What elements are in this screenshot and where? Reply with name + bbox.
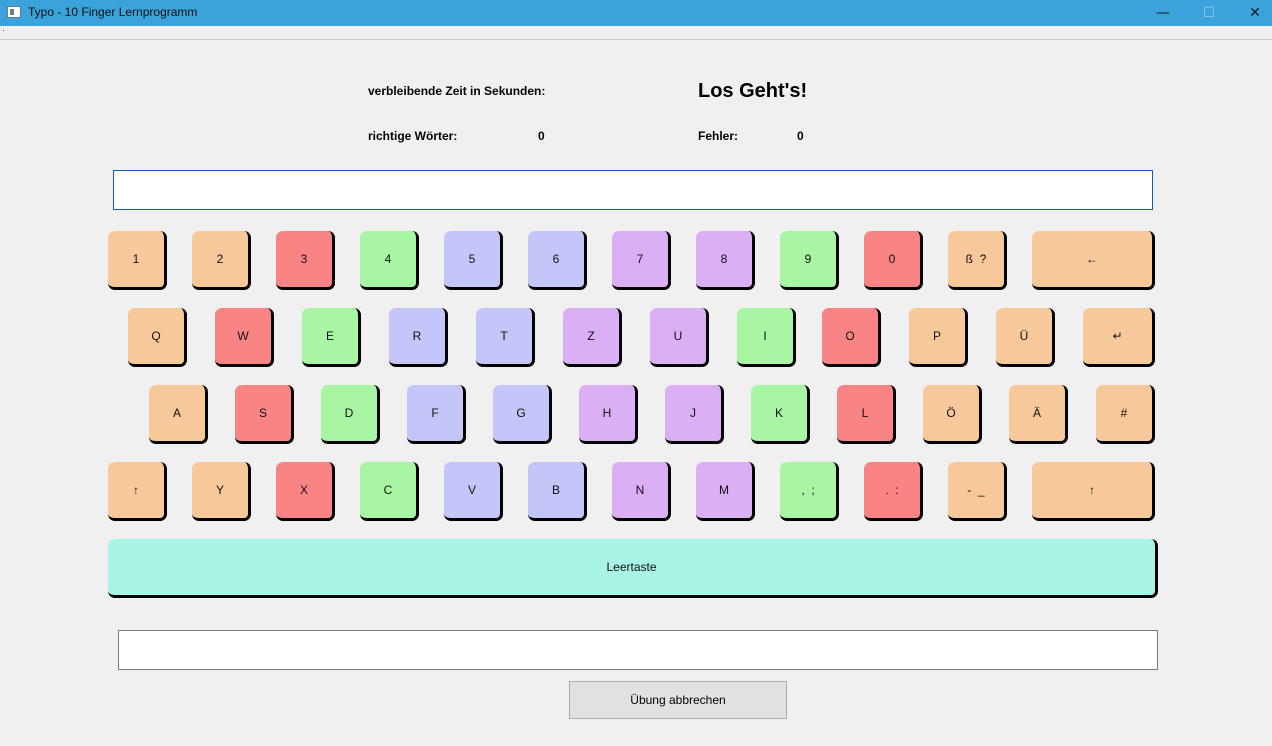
key-row3-8[interactable]: K bbox=[751, 385, 810, 444]
key-row3-3[interactable]: D bbox=[321, 385, 380, 444]
menu-bar bbox=[0, 26, 1272, 40]
key-row2-7[interactable]: U bbox=[650, 308, 709, 367]
key-row4-1[interactable]: ↑ bbox=[108, 462, 167, 521]
key-row4-8[interactable]: M bbox=[696, 462, 755, 521]
key-row4-6[interactable]: B bbox=[528, 462, 587, 521]
typing-input[interactable] bbox=[118, 630, 1158, 670]
key-row2-5[interactable]: T bbox=[476, 308, 535, 367]
key-row1-9[interactable]: 9 bbox=[780, 231, 839, 290]
key-row3-7[interactable]: J bbox=[665, 385, 724, 444]
close-icon[interactable]: ✕ bbox=[1232, 0, 1272, 26]
key-row1-10[interactable]: 0 bbox=[864, 231, 923, 290]
key-row4-2[interactable]: Y bbox=[192, 462, 251, 521]
key-row2-4[interactable]: R bbox=[389, 308, 448, 367]
errors-value: 0 bbox=[797, 129, 804, 143]
key-row4-10[interactable]: . : bbox=[864, 462, 923, 521]
key-row4-4[interactable]: C bbox=[360, 462, 419, 521]
title-bar: Typo - 10 Finger Lernprogramm — ☐ ✕ bbox=[0, 0, 1272, 26]
key-row3-4[interactable]: F bbox=[407, 385, 466, 444]
key-row3-1[interactable]: A bbox=[149, 385, 208, 444]
key-row2-8[interactable]: I bbox=[737, 308, 796, 367]
space-key[interactable]: Leertaste bbox=[108, 539, 1158, 598]
window-title: Typo - 10 Finger Lernprogramm bbox=[28, 5, 198, 19]
key-row4-5[interactable]: V bbox=[444, 462, 503, 521]
key-row2-12[interactable]: ↵ bbox=[1083, 308, 1155, 367]
status-headline: Los Geht's! bbox=[698, 80, 808, 102]
key-row2-9[interactable]: O bbox=[822, 308, 881, 367]
key-row3-10[interactable]: Ö bbox=[923, 385, 982, 444]
key-row1-11[interactable]: ß ? bbox=[948, 231, 1007, 290]
key-row3-6[interactable]: H bbox=[579, 385, 638, 444]
key-row1-6[interactable]: 6 bbox=[528, 231, 587, 290]
cancel-exercise-button[interactable]: Übung abbrechen bbox=[569, 681, 787, 719]
key-row1-3[interactable]: 3 bbox=[276, 231, 335, 290]
key-row3-9[interactable]: L bbox=[837, 385, 896, 444]
key-row4-11[interactable]: - _ bbox=[948, 462, 1007, 521]
remaining-time-label: verbleibende Zeit in Sekunden: bbox=[368, 84, 546, 98]
app-icon bbox=[7, 6, 21, 18]
key-row1-8[interactable]: 8 bbox=[696, 231, 755, 290]
minimize-icon[interactable]: — bbox=[1140, 0, 1186, 26]
target-text-field bbox=[113, 170, 1153, 210]
errors-label: Fehler: bbox=[698, 129, 739, 143]
key-row3-12[interactable]: # bbox=[1096, 385, 1155, 444]
key-row1-7[interactable]: 7 bbox=[612, 231, 671, 290]
key-row4-3[interactable]: X bbox=[276, 462, 335, 521]
key-row4-7[interactable]: N bbox=[612, 462, 671, 521]
maximize-icon[interactable]: ☐ bbox=[1186, 0, 1232, 26]
correct-words-label: richtige Wörter: bbox=[368, 129, 458, 143]
key-row3-2[interactable]: S bbox=[235, 385, 294, 444]
key-row2-2[interactable]: W bbox=[215, 308, 274, 367]
key-row4-9[interactable]: , ; bbox=[780, 462, 839, 521]
key-row1-2[interactable]: 2 bbox=[192, 231, 251, 290]
key-row3-11[interactable]: Ä bbox=[1009, 385, 1068, 444]
key-row1-5[interactable]: 5 bbox=[444, 231, 503, 290]
key-row1-4[interactable]: 4 bbox=[360, 231, 419, 290]
key-row1-1[interactable]: 1 bbox=[108, 231, 167, 290]
key-row1-12[interactable]: ← bbox=[1032, 231, 1155, 290]
key-row2-6[interactable]: Z bbox=[563, 308, 622, 367]
key-row3-5[interactable]: G bbox=[493, 385, 552, 444]
correct-words-value: 0 bbox=[538, 129, 545, 143]
key-row2-3[interactable]: E bbox=[302, 308, 361, 367]
key-row2-11[interactable]: Ü bbox=[996, 308, 1055, 367]
key-row4-12[interactable]: ↑ bbox=[1032, 462, 1155, 521]
key-row2-1[interactable]: Q bbox=[128, 308, 187, 367]
key-row2-10[interactable]: P bbox=[909, 308, 968, 367]
